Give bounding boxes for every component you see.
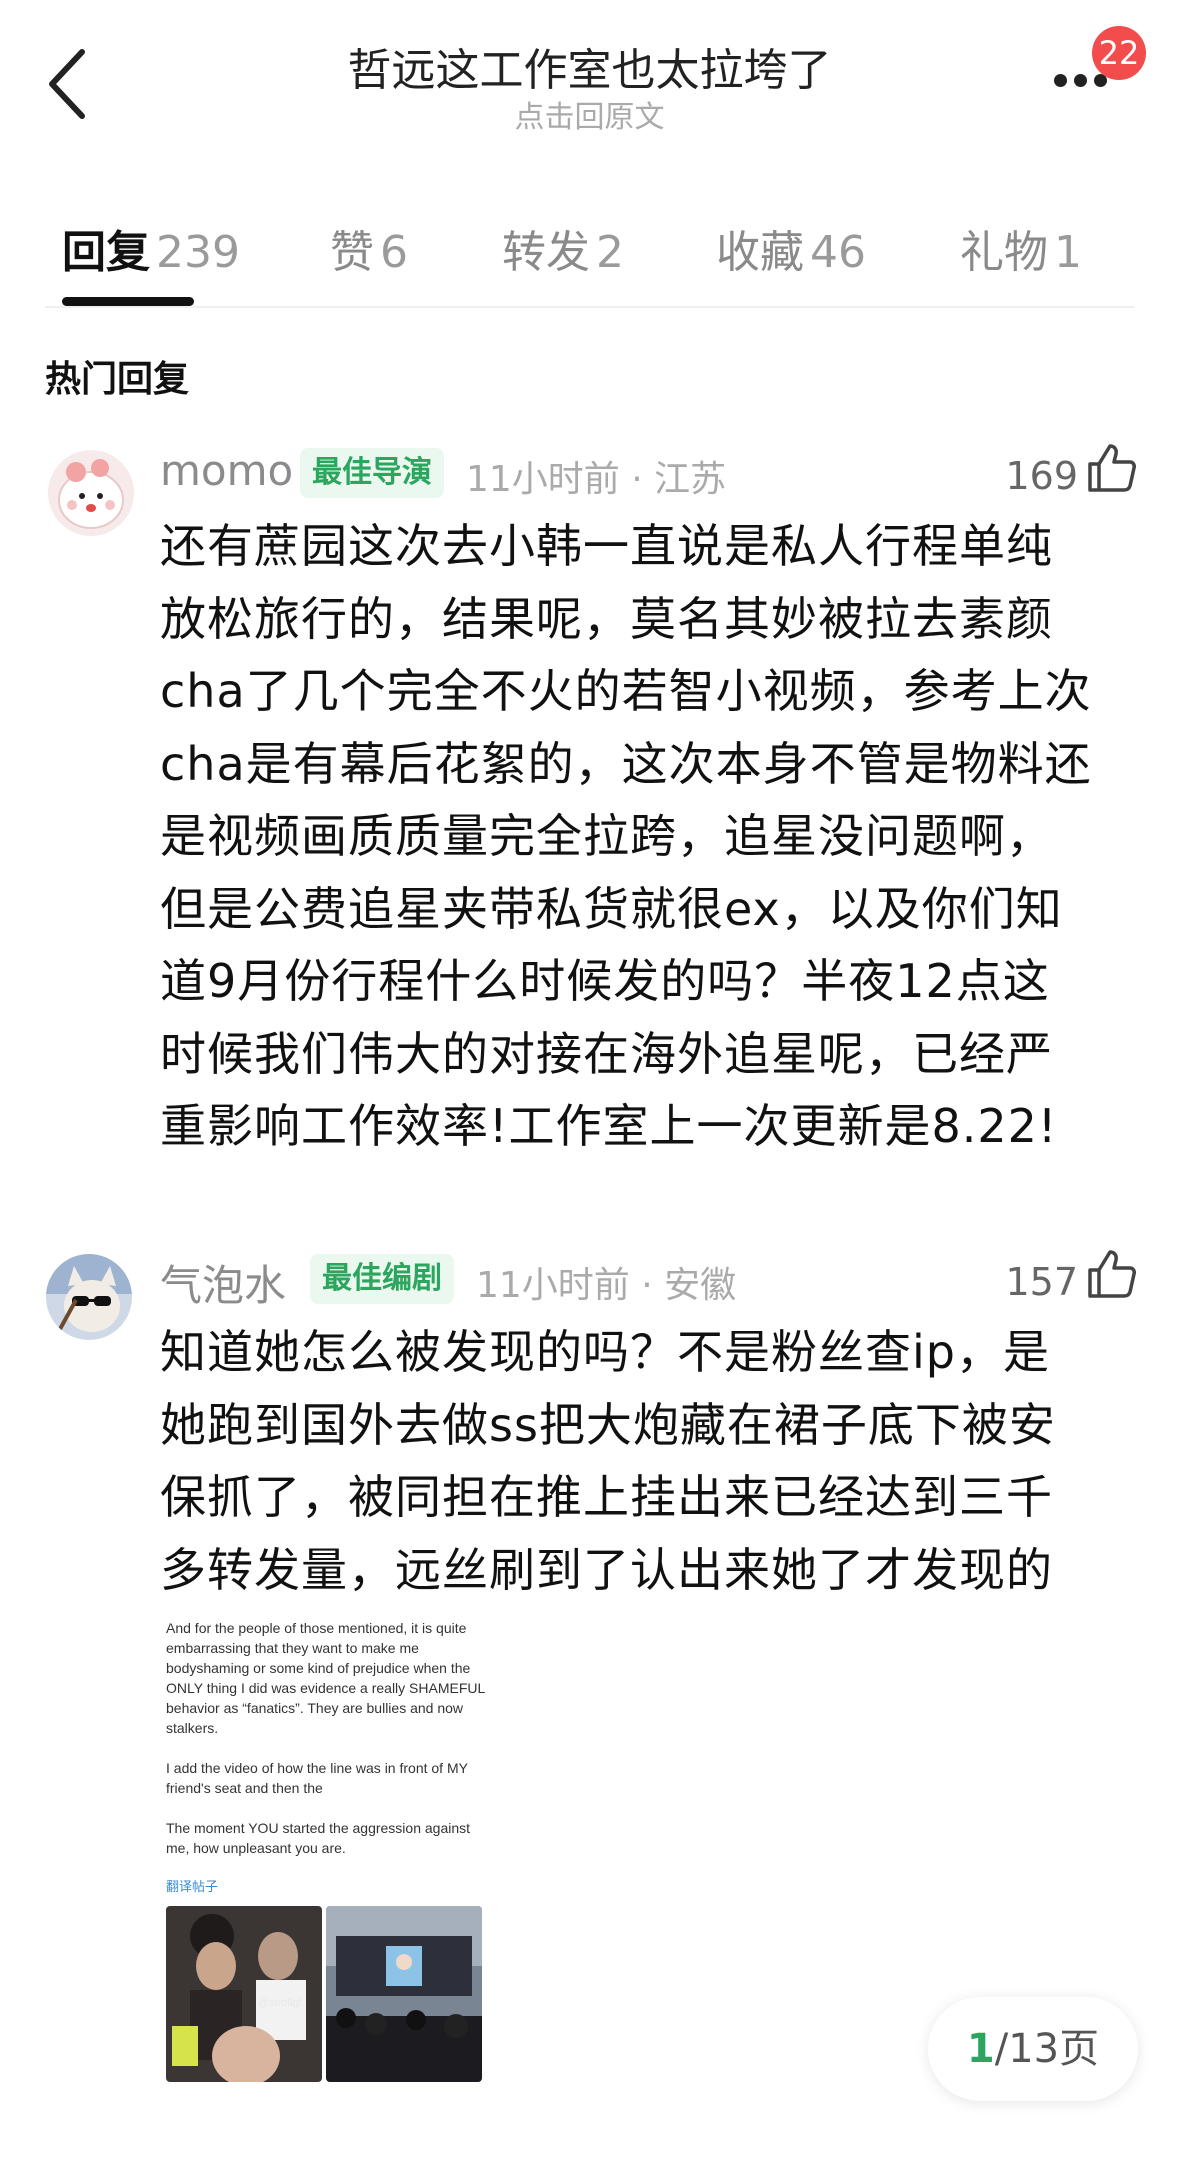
avatar[interactable] xyxy=(48,450,134,536)
tab-label: 回复 xyxy=(62,227,150,278)
comment-meta: 11小时前 · 安徽 xyxy=(476,1265,737,1306)
avatar-image xyxy=(46,1254,132,1340)
active-tab-indicator xyxy=(62,297,194,306)
tab-gifts[interactable]: 礼物 1 xyxy=(960,216,1082,280)
comment-time: 11小时前 xyxy=(466,459,620,500)
comment-line: 知道她怎么被发现的吗？不是粉丝查ip，是 xyxy=(160,1325,1050,1379)
photo-stage xyxy=(326,1906,482,2082)
translate-link: 翻译帖子 xyxy=(166,1880,219,1895)
like-count: 157 xyxy=(1005,1260,1078,1304)
tab-replies[interactable]: 回复 239 xyxy=(62,216,240,280)
tab-reposts[interactable]: 转发 2 xyxy=(502,216,624,280)
tab-count: 1 xyxy=(1054,227,1082,278)
comment-line: 重影响工作效率!工作室上一次更新是8.22! xyxy=(160,1099,1058,1153)
tab-count: 6 xyxy=(380,227,408,278)
page-indicator[interactable]: 1/13页 xyxy=(928,1997,1138,2101)
comment-time: 11小时前 xyxy=(476,1265,630,1306)
username[interactable]: momo xyxy=(160,446,293,495)
tab-likes[interactable]: 赞6 xyxy=(330,216,408,280)
page-suffix: 页 xyxy=(1059,2026,1100,2072)
tab-label: 转发 xyxy=(502,227,590,278)
user-badge: 最佳编剧 xyxy=(310,1254,454,1304)
comment-line: cha是有幕后花絮的，这次本身不管是物料还 xyxy=(160,736,1092,791)
photo-watermark: @strollgf xyxy=(258,1997,303,2009)
comment-line: 放松旅行的，结果呢，莫名其妙被拉去素颜 xyxy=(160,591,1053,646)
comment-line: 道9月份行程什么时候发的吗？半夜12点这 xyxy=(160,954,1050,1008)
tab-count: 2 xyxy=(596,227,624,278)
user-badge: 最佳导演 xyxy=(300,448,444,498)
avatar-image xyxy=(48,450,134,536)
notification-badge: 22 xyxy=(1092,26,1146,80)
username[interactable]: 气泡水 xyxy=(160,1252,286,1313)
like-button[interactable] xyxy=(1086,442,1138,494)
total-pages: /13 xyxy=(994,2026,1060,2072)
like-count: 169 xyxy=(1005,454,1078,498)
comment-line: 时候我们伟大的对接在海外追星呢，已经严 xyxy=(160,1026,1053,1081)
comment-location: 安徽 xyxy=(664,1265,737,1306)
screenshot-paragraph: I add the video of how the line was in f… xyxy=(166,1760,468,1796)
screenshot-paragraph: The moment YOU started the aggression ag… xyxy=(166,1820,471,1856)
comment-body: 还有蔗园这次去小韩一直说是私人行程单纯 放松旅行的，结果呢，莫名其妙被拉去素颜 … xyxy=(160,510,1140,1163)
divider xyxy=(45,306,1135,308)
thumbs-up-icon xyxy=(1088,1250,1136,1298)
thumbs-up-icon xyxy=(1088,444,1136,492)
tab-count: 46 xyxy=(810,227,866,278)
back-to-original-link[interactable]: 点击回原文 xyxy=(0,92,1179,136)
comment-line: 是视频画质质量完全拉跨，追星没问题啊， xyxy=(160,809,1053,863)
tab-label: 收藏 xyxy=(716,227,804,278)
comment-line: cha了几个完全不火的若智小视频，参考上次 xyxy=(160,664,1092,718)
tab-label: 礼物 xyxy=(960,227,1048,278)
like-button[interactable] xyxy=(1086,1248,1138,1300)
comment-body: 知道她怎么被发现的吗？不是粉丝查ip，是 她跑到国外去做ss把大炮藏在裙子底下被… xyxy=(160,1316,1140,1606)
comment-line: 保抓了，被同担在推上挂出来已经达到三千 xyxy=(160,1470,1053,1524)
comment-line: 多转发量，远丝刷到了认出来她了才发现的 xyxy=(160,1542,1053,1597)
comment-location: 江苏 xyxy=(654,459,727,500)
screenshot-text: And for the people of those mentioned, i… xyxy=(166,1618,486,1878)
comment-meta: 11小时前 · 江苏 xyxy=(466,459,727,500)
avatar[interactable] xyxy=(46,1254,132,1340)
comment-line: 还有蔗园这次去小韩一直说是私人行程单纯 xyxy=(160,519,1053,573)
attached-screenshot[interactable]: And for the people of those mentioned, i… xyxy=(160,1618,488,2088)
comment-line: 她跑到国外去做ss把大炮藏在裙子底下被安 xyxy=(160,1397,1056,1452)
tab-label: 赞 xyxy=(330,227,374,278)
comment-line: 但是公费追星夹带私货就很ex，以及你们知 xyxy=(160,881,1063,936)
current-page: 1 xyxy=(966,2026,995,2072)
section-title: 热门回复 xyxy=(45,359,190,400)
screenshot-paragraph: And for the people of those mentioned, i… xyxy=(166,1620,485,1736)
tab-count: 239 xyxy=(156,227,240,278)
post-title[interactable]: 哲远这工作室也太拉垮了 xyxy=(0,34,1179,98)
tab-favorites[interactable]: 收藏 46 xyxy=(716,216,866,280)
photo-crowd: @strollgf xyxy=(166,1906,322,2082)
